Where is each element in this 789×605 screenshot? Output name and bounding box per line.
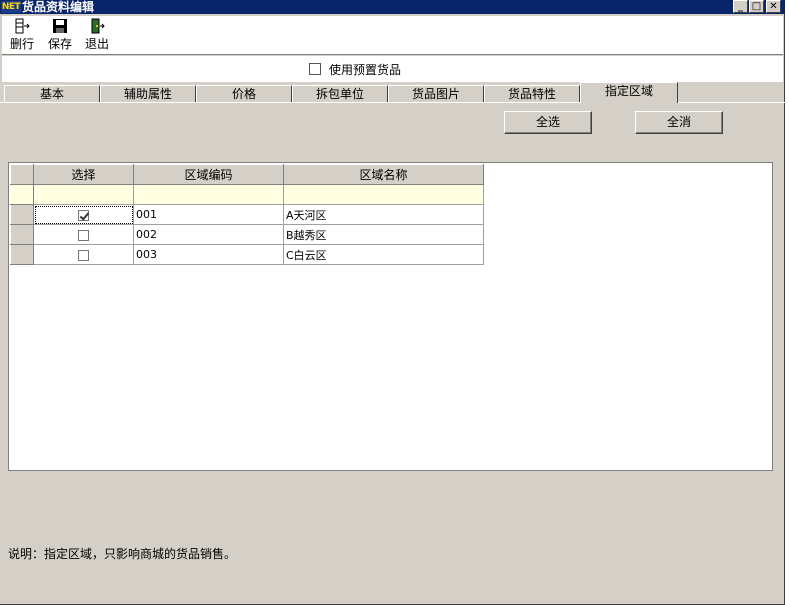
filter-cell-code[interactable] <box>133 184 284 205</box>
preset-goods-checkbox[interactable] <box>309 63 321 75</box>
preset-goods-label: 使用预置货品 <box>329 63 402 77</box>
row-select-cell[interactable] <box>33 204 134 225</box>
floppy-disk-icon <box>53 19 67 33</box>
deselect-all-button[interactable]: 全消 <box>635 111 723 134</box>
exit-button[interactable]: 退出 <box>79 18 115 54</box>
minimize-button[interactable]: _ <box>733 0 748 13</box>
row-select-cell[interactable] <box>33 224 134 245</box>
tab-goods-image[interactable]: 货品图片 <box>388 85 484 103</box>
table-row: 001 A天河区 <box>10 204 484 225</box>
tab-goods-features[interactable]: 货品特性 <box>484 85 580 103</box>
tab-aux-attributes[interactable]: 辅助属性 <box>100 85 196 103</box>
goods-edit-window: NET 货品资料编辑 _ □ ✕ 删行 保存 退出 使用预置货品 基本 辅助属性… <box>0 0 785 605</box>
exit-door-icon <box>91 18 105 34</box>
row-checkbox[interactable] <box>78 209 89 221</box>
delete-row-icon <box>15 18 30 34</box>
save-label: 保存 <box>47 37 72 51</box>
tab-basic[interactable]: 基本 <box>4 85 100 103</box>
table-row: 002 B越秀区 <box>10 224 484 245</box>
title-bar[interactable]: NET 货品资料编辑 _ □ ✕ <box>0 0 785 14</box>
select-all-button[interactable]: 全选 <box>504 111 592 134</box>
tab-unpack-unit[interactable]: 拆包单位 <box>292 85 388 103</box>
header-row: 选择 区域编码 区域名称 <box>10 164 484 185</box>
row-header-corner <box>10 164 34 185</box>
filter-cell-name[interactable] <box>283 184 484 205</box>
row-select-cell[interactable] <box>33 244 134 265</box>
region-code-cell[interactable]: 001 <box>133 204 284 225</box>
exit-label: 退出 <box>84 37 109 51</box>
desktop-edge <box>785 0 789 605</box>
row-header[interactable] <box>10 244 34 265</box>
row-header[interactable] <box>10 184 34 205</box>
filter-cell-select[interactable] <box>33 184 134 205</box>
row-header[interactable] <box>10 204 34 225</box>
tab-strip: 基本 辅助属性 价格 拆包单位 货品图片 货品特性 指定区域 <box>2 82 783 103</box>
row-checkbox[interactable] <box>78 229 89 241</box>
preset-row: 使用预置货品 <box>2 56 783 82</box>
region-name-cell[interactable]: C白云区 <box>283 244 484 265</box>
column-header-region-name[interactable]: 区域名称 <box>283 164 484 185</box>
delete-row-label: 删行 <box>9 37 34 51</box>
maximize-button[interactable]: □ <box>749 0 764 13</box>
region-table: 选择 区域编码 区域名称 001 A天河区 002 B越秀区 003 C白云区 <box>10 164 484 265</box>
save-button[interactable]: 保存 <box>42 18 78 54</box>
toolbar: 删行 保存 退出 <box>2 16 783 55</box>
tab-price[interactable]: 价格 <box>196 85 292 103</box>
window-title: 货品资料编辑 <box>22 0 95 14</box>
app-logo-icon: NET <box>1 1 21 13</box>
delete-row-button[interactable]: 删行 <box>4 18 40 54</box>
note-text: 说明：指定区域，只影响商城的货品销售。 <box>8 547 237 561</box>
column-header-select[interactable]: 选择 <box>33 164 134 185</box>
region-grid: 选择 区域编码 区域名称 001 A天河区 002 B越秀区 003 C白云区 <box>8 162 773 471</box>
row-checkbox[interactable] <box>78 249 89 261</box>
column-header-region-code[interactable]: 区域编码 <box>133 164 284 185</box>
region-name-cell[interactable]: B越秀区 <box>283 224 484 245</box>
close-button[interactable]: ✕ <box>766 0 781 13</box>
region-name-cell[interactable]: A天河区 <box>283 204 484 225</box>
filter-row <box>10 184 484 205</box>
region-code-cell[interactable]: 003 <box>133 244 284 265</box>
table-row: 003 C白云区 <box>10 244 484 265</box>
region-code-cell[interactable]: 002 <box>133 224 284 245</box>
tab-designated-region[interactable]: 指定区域 <box>580 82 678 103</box>
row-header[interactable] <box>10 224 34 245</box>
